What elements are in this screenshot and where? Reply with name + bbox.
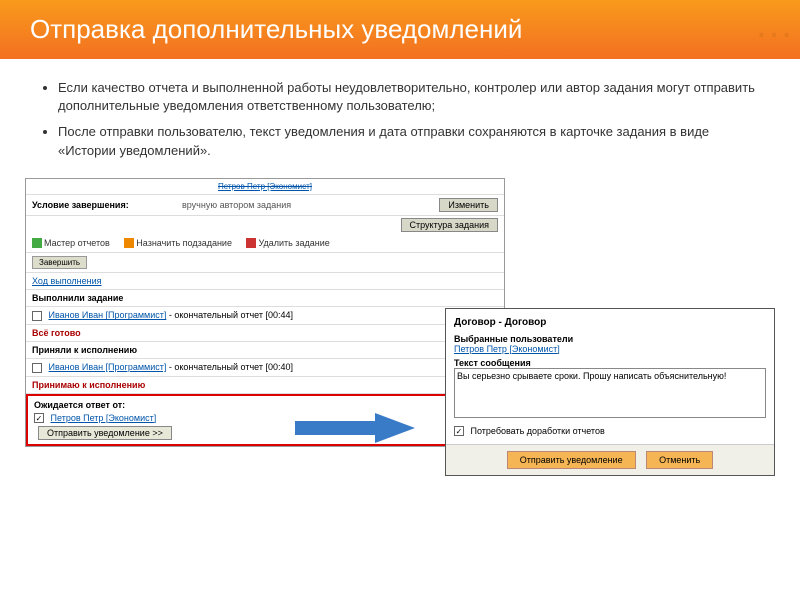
awaiting-highlight: Ожидается ответ от: Петров Петр [Экономи… — [26, 394, 504, 447]
require-rework-label: Потребовать доработки отчетов — [471, 426, 605, 436]
condition-label: Условие завершения: — [32, 200, 182, 210]
message-textarea[interactable] — [454, 368, 766, 418]
accept-label: Принимаю к исполнению — [26, 377, 504, 394]
progress-link[interactable]: Ход выполнения — [32, 276, 102, 286]
selected-user-link[interactable]: Петров Петр [Экономист] — [454, 344, 766, 354]
all-ready-label: Всё готово — [26, 325, 504, 342]
delete-icon — [246, 238, 256, 248]
report-note: - окончательный отчет [00:40] — [169, 362, 293, 372]
watermark: … — [754, 2, 794, 47]
completed-header: Выполнили задание — [26, 290, 504, 307]
checkbox[interactable] — [32, 311, 42, 321]
awaiting-label: Ожидается ответ от: — [34, 400, 496, 410]
user-link[interactable]: Иванов Иван [Программист] — [49, 310, 167, 320]
require-rework-checkbox[interactable] — [454, 426, 464, 436]
checkbox[interactable] — [32, 363, 42, 373]
arrow-icon — [295, 413, 415, 443]
subtask-icon — [124, 238, 134, 248]
selected-users-label: Выбранные пользователи — [454, 334, 766, 344]
notification-dialog: Договор - Договор Выбранные пользователи… — [445, 308, 775, 477]
delete-task-button[interactable]: Удалить задание — [246, 238, 329, 249]
dialog-send-button[interactable]: Отправить уведомление — [507, 451, 636, 469]
awaiting-user-link[interactable]: Петров Петр [Экономист] — [51, 413, 157, 423]
bullet-item: Если качество отчета и выполненной работ… — [58, 79, 760, 115]
change-button[interactable]: Изменить — [439, 198, 498, 212]
reports-wizard-button[interactable]: Мастер отчетов — [32, 238, 110, 249]
truncated-user-link[interactable]: Петров Петр [Экономист] — [218, 182, 312, 191]
assign-subtask-button[interactable]: Назначить подзадание — [124, 238, 232, 249]
dialog-title: Договор - Договор — [454, 317, 766, 328]
accepted-header: Приняли к исполнению — [26, 342, 504, 359]
send-notification-button[interactable]: Отправить уведомление >> — [38, 426, 172, 440]
condition-value: вручную автором задания — [182, 200, 435, 210]
toolbar: Мастер отчетов Назначить подзадание Удал… — [26, 234, 504, 254]
report-note: - окончательный отчет [00:44] — [169, 310, 293, 320]
reports-icon — [32, 238, 42, 248]
message-label: Текст сообщения — [454, 358, 766, 368]
checkbox-checked[interactable] — [34, 413, 44, 423]
slide-content: Если качество отчета и выполненной работ… — [0, 59, 800, 178]
bullet-item: После отправки пользователю, текст уведо… — [58, 123, 760, 159]
dialog-cancel-button[interactable]: Отменить — [646, 451, 713, 469]
slide-header: Отправка дополнительных уведомлений — [0, 0, 800, 59]
finish-tab[interactable]: Завершить — [32, 256, 87, 269]
slide-title: Отправка дополнительных уведомлений — [30, 14, 770, 45]
task-card-panel: Петров Петр [Экономист] Условие завершен… — [25, 178, 505, 448]
user-link[interactable]: Иванов Иван [Программист] — [49, 362, 167, 372]
structure-button[interactable]: Структура задания — [401, 218, 498, 232]
